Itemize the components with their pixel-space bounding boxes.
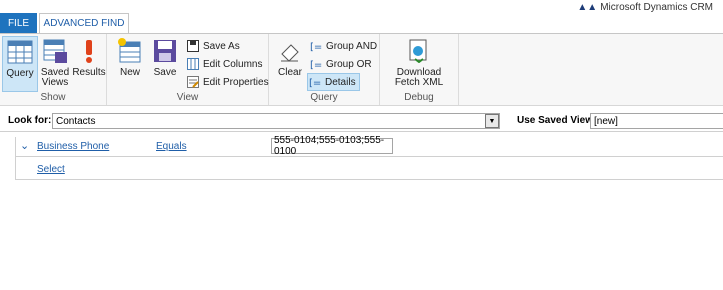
- edit-properties-label: Edit Properties: [203, 76, 269, 88]
- download-fetch-xml-label: Download Fetch XML: [394, 67, 444, 88]
- clear-label: Clear: [278, 67, 302, 78]
- query-button[interactable]: Query: [2, 36, 38, 92]
- save-as-icon: [186, 39, 200, 53]
- edit-properties-icon: [186, 75, 200, 89]
- svg-text:[=: [=: [310, 60, 322, 70]
- group-or-label: Group OR: [326, 58, 372, 70]
- fetch-xml-icon: [404, 36, 434, 66]
- edit-columns-label: Edit Columns: [203, 58, 263, 70]
- tab-file[interactable]: FILE: [0, 13, 37, 33]
- group-and-button[interactable]: [= Group AND: [309, 38, 377, 54]
- criteria-value-text: 555-0104;555-0103;555-0100: [274, 135, 385, 157]
- select-link[interactable]: Select: [37, 164, 65, 175]
- save-as-label: Save As: [203, 40, 240, 52]
- query-label: Query: [6, 68, 34, 79]
- operator-link[interactable]: Equals: [156, 141, 187, 152]
- group-view: New Save Save As Edit Columns Edit Prope…: [107, 34, 269, 105]
- divider: [0, 131, 723, 132]
- criteria-row: ⌄ Business Phone Equals 555-0104;555-010…: [16, 135, 723, 157]
- group-show: Query Saved Views Results Show: [0, 34, 107, 105]
- brand-name: Microsoft Dynamics CRM: [600, 1, 713, 13]
- group-show-label: Show: [40, 92, 66, 103]
- svg-text:[=: [=: [309, 78, 321, 88]
- exclamation-icon: [74, 36, 104, 66]
- group-view-label: View: [176, 92, 199, 103]
- saved-views-button[interactable]: Saved Views: [40, 36, 70, 90]
- saved-views-icon: [40, 36, 70, 66]
- eraser-icon: [275, 36, 305, 66]
- look-for-value: Contacts: [56, 115, 96, 127]
- save-as-button[interactable]: Save As: [186, 38, 240, 54]
- save-disk-icon: [150, 36, 180, 66]
- chevron-down-icon[interactable]: ⌄: [20, 139, 29, 152]
- dynamics-logo-icon: ▲▲: [577, 1, 598, 13]
- details-icon: [=: [308, 75, 322, 89]
- group-and-icon: [=: [309, 39, 323, 53]
- save-button[interactable]: Save: [150, 36, 180, 90]
- save-label: Save: [153, 67, 177, 78]
- criteria-panel: ⌄ Business Phone Equals 555-0104;555-010…: [15, 135, 723, 180]
- results-label: Results: [72, 67, 106, 78]
- brand: ▲▲ Microsoft Dynamics CRM: [577, 0, 713, 14]
- group-or-button[interactable]: [= Group OR: [309, 56, 372, 72]
- look-for-row: Look for: Contacts ▼ Use Saved View: [ne…: [0, 110, 723, 132]
- new-view-icon: [115, 36, 145, 66]
- criteria-value-input[interactable]: 555-0104;555-0103;555-0100: [271, 135, 393, 157]
- dropdown-arrow-icon[interactable]: ▼: [485, 114, 499, 128]
- field-link[interactable]: Business Phone: [37, 141, 109, 152]
- group-debug-label: Debug: [404, 92, 434, 103]
- ribbon: Query Saved Views Results Show New Save …: [0, 33, 723, 106]
- saved-view-label: Use Saved View:: [517, 115, 597, 126]
- edit-columns-icon: [186, 57, 200, 71]
- download-fetch-xml-button[interactable]: Download Fetch XML: [384, 36, 454, 90]
- group-query: Clear [= Group AND [= Group OR [= Detail…: [269, 34, 380, 105]
- saved-views-label: Saved Views: [40, 67, 70, 88]
- results-button[interactable]: Results: [72, 36, 106, 90]
- svg-text:[=: [=: [310, 42, 322, 52]
- look-for-label: Look for:: [8, 115, 52, 126]
- group-and-label: Group AND: [326, 40, 378, 52]
- saved-view-value: [new]: [594, 115, 618, 127]
- tab-advanced-find[interactable]: ADVANCED FIND: [39, 13, 129, 33]
- group-debug: Download Fetch XML Debug: [380, 34, 459, 105]
- new-label: New: [119, 67, 140, 78]
- query-grid-icon: [5, 37, 35, 67]
- details-button[interactable]: [= Details: [307, 73, 360, 91]
- group-or-icon: [=: [309, 57, 323, 71]
- edit-properties-button[interactable]: Edit Properties: [186, 74, 269, 90]
- new-button[interactable]: New: [115, 36, 145, 90]
- edit-columns-button[interactable]: Edit Columns: [186, 56, 262, 72]
- top-bar: FILE ADVANCED FIND ▲▲ Microsoft Dynamics…: [0, 0, 723, 33]
- group-query-label: Query: [310, 92, 338, 103]
- look-for-select[interactable]: Contacts ▼: [52, 113, 500, 129]
- details-label: Details: [325, 76, 356, 88]
- clear-button[interactable]: Clear: [275, 36, 305, 90]
- saved-view-select[interactable]: [new]: [590, 113, 723, 129]
